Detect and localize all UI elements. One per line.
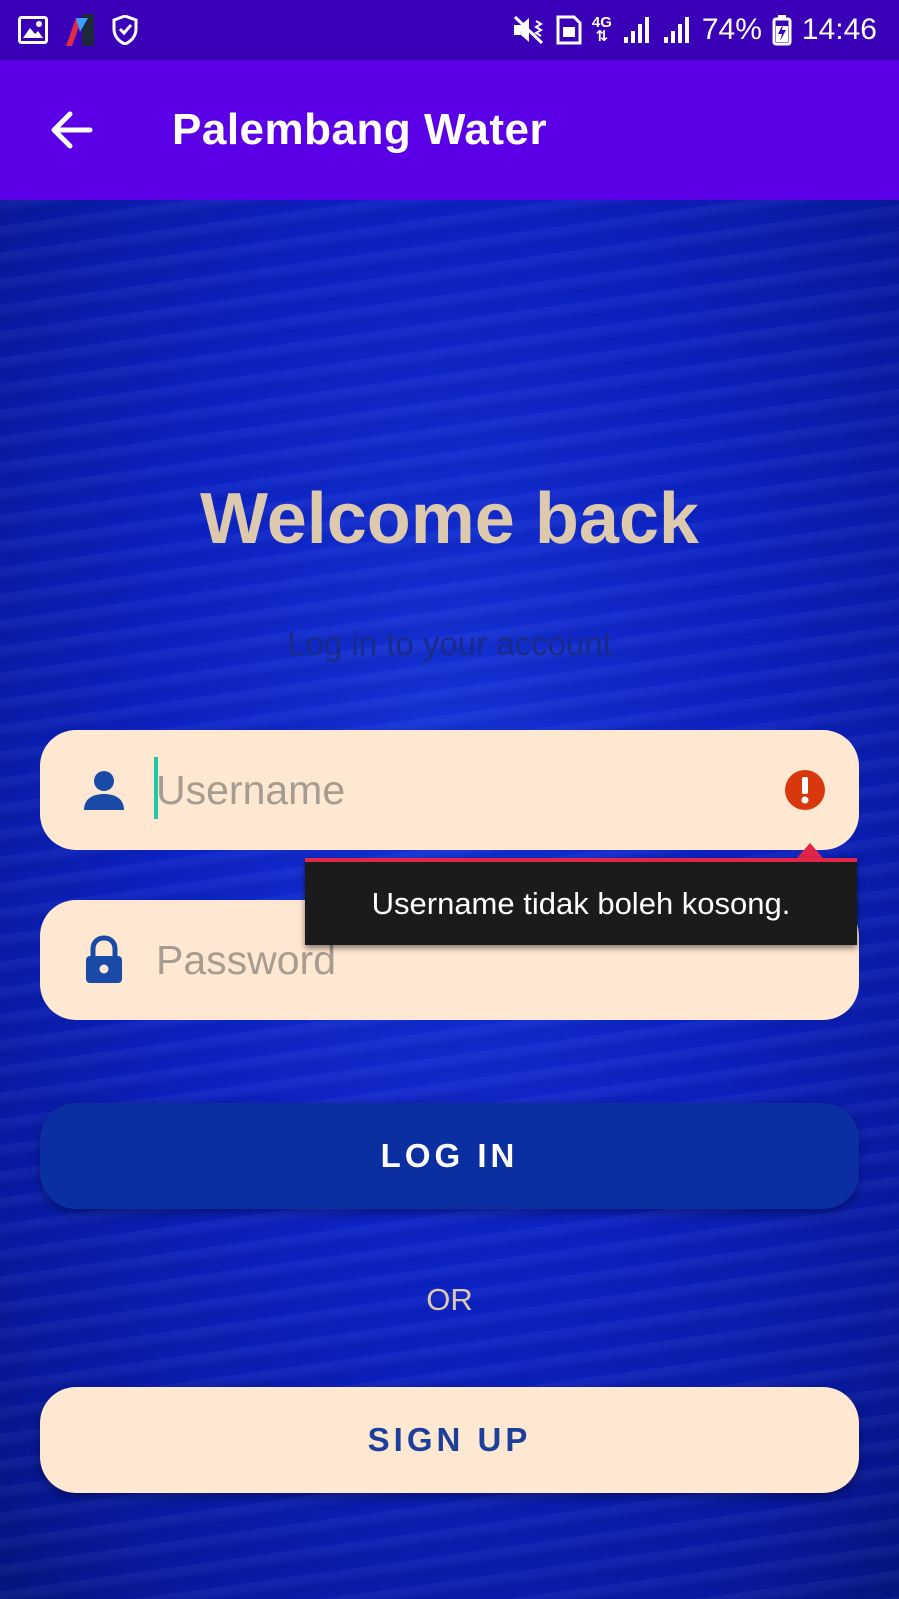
error-tooltip: Username tidak boleh kosong. xyxy=(305,858,857,945)
error-icon[interactable] xyxy=(783,768,827,812)
subtitle: Log in to your account xyxy=(287,625,612,662)
signup-button[interactable]: SIGN UP xyxy=(40,1387,859,1493)
username-field[interactable]: Username xyxy=(40,730,859,850)
clock: 14:46 xyxy=(801,13,877,46)
network-4g-icon: 4G ⇅ xyxy=(592,15,612,45)
tooltip-arrow xyxy=(797,843,823,858)
welcome-heading: Welcome back xyxy=(200,479,699,559)
image-icon xyxy=(18,16,48,44)
shield-icon xyxy=(112,15,138,45)
status-left-icons xyxy=(18,12,138,48)
sim-icon xyxy=(556,15,582,45)
app-bar: Palembang Water xyxy=(0,60,899,200)
back-button[interactable] xyxy=(40,98,104,162)
login-button-label: LOG IN xyxy=(380,1137,519,1174)
person-icon xyxy=(76,762,132,818)
status-bar: 4G ⇅ 74% 14:46 xyxy=(0,0,899,60)
login-button[interactable]: LOG IN xyxy=(40,1103,859,1209)
arrow-left-icon xyxy=(51,111,93,149)
error-message: Username tidak boleh kosong. xyxy=(371,885,791,921)
app-title: Palembang Water xyxy=(172,105,548,154)
app-logo-icon xyxy=(62,12,98,48)
username-placeholder: Username xyxy=(156,766,346,813)
lock-icon xyxy=(76,932,132,988)
battery-percent: 74% xyxy=(701,13,762,46)
signal-icon xyxy=(662,15,692,45)
status-right-icons: 4G ⇅ 74% 14:46 xyxy=(512,13,877,47)
data-arrows: ⇅ xyxy=(595,28,609,45)
signal-icon xyxy=(622,15,652,45)
signup-button-label: SIGN UP xyxy=(367,1421,532,1458)
or-divider: OR xyxy=(426,1282,473,1317)
battery-charging-icon xyxy=(772,14,792,46)
vibrate-mute-icon xyxy=(512,15,546,45)
